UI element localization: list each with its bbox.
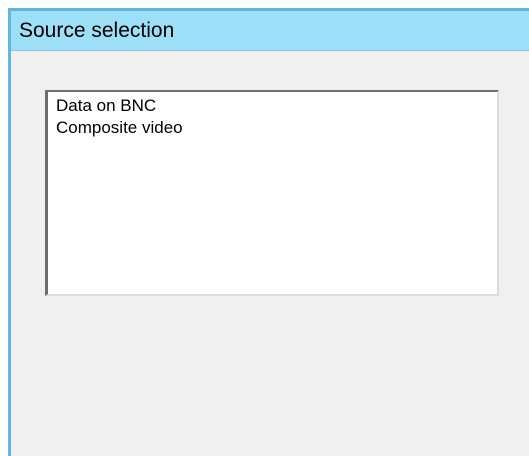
list-item-data-on-bnc[interactable]: Data on BNC [56,95,497,117]
list-item-composite-video[interactable]: Composite video [56,117,497,139]
window-title: Source selection [19,19,175,42]
source-selection-window: Source selection Data on BNC Composite v… [8,8,529,456]
title-bar[interactable]: Source selection [11,11,529,51]
source-listbox[interactable]: Data on BNC Composite video [45,90,499,296]
